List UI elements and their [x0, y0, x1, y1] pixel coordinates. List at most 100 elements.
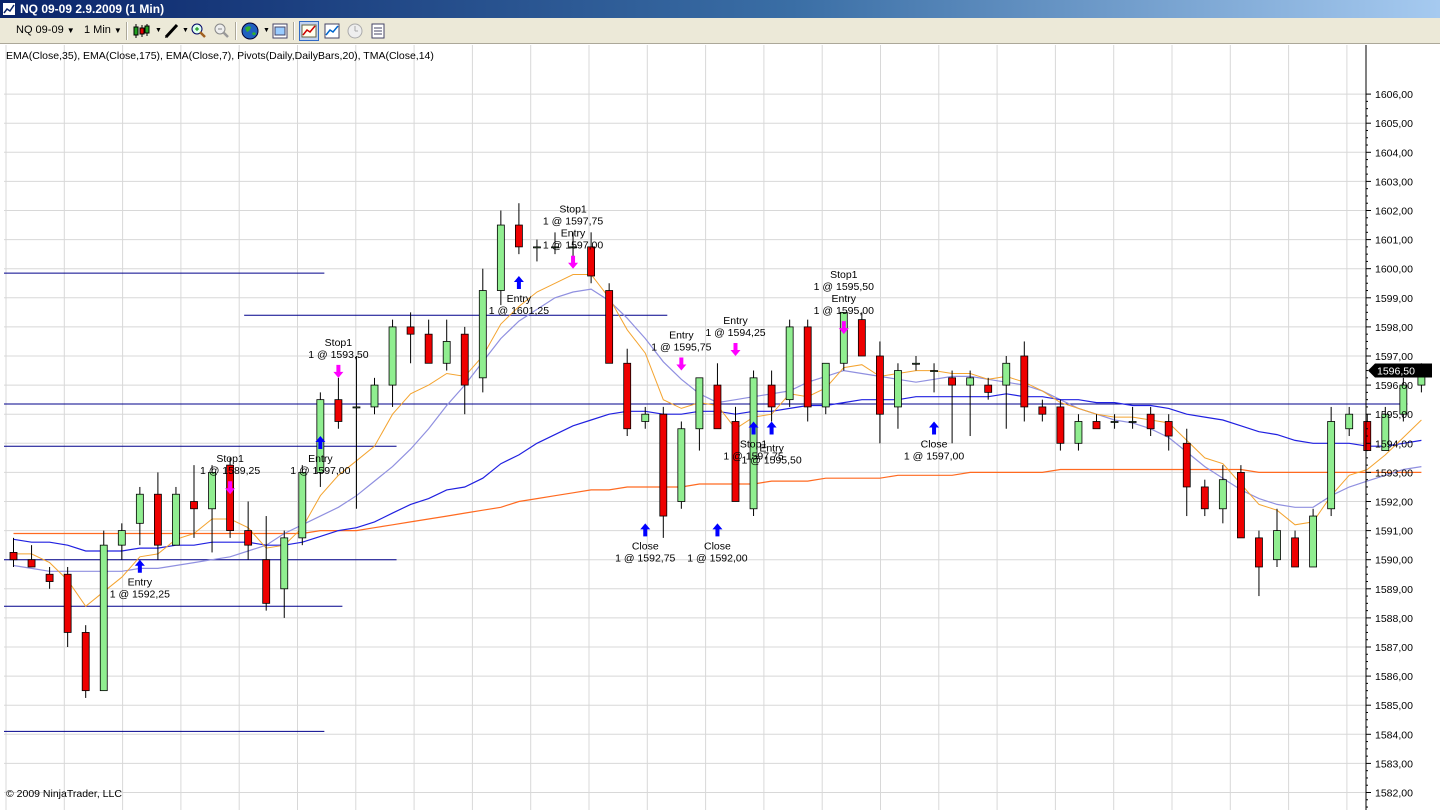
down-candle — [9, 552, 18, 561]
up-candle — [298, 471, 307, 539]
toolbar-separator — [235, 22, 237, 40]
up-candle — [388, 326, 397, 386]
trade-label: 1 @ 1592,00 — [687, 552, 747, 564]
tick-label: 1589,00 — [1375, 584, 1413, 596]
down-candle — [1056, 406, 1065, 444]
candlestick-icon[interactable] — [131, 21, 151, 41]
price-chart[interactable]: Entry1 @ 1592,25Stop11 @ 1589,25Entry1 @… — [0, 45, 1440, 810]
up-candle — [442, 341, 451, 364]
down-candle — [803, 326, 812, 408]
down-candle — [190, 501, 198, 510]
up-candle — [135, 493, 144, 524]
chart-toolbar: NQ 09-09 ▼ 1 Min ▼ ▼ ▼ ▼ — [0, 18, 1440, 44]
down-candle — [334, 399, 343, 422]
tick-label: 1597,00 — [1375, 351, 1413, 363]
long-arrow-icon — [712, 523, 723, 537]
indicators-icon[interactable] — [322, 21, 342, 41]
down-candle — [27, 559, 36, 568]
tick-label: 1600,00 — [1375, 264, 1413, 276]
chevron-down-icon[interactable]: ▼ — [263, 27, 270, 34]
tick-label: 1584,00 — [1375, 729, 1413, 741]
down-candle — [1237, 471, 1245, 539]
down-candle — [406, 326, 415, 335]
chart-app-icon — [2, 2, 16, 16]
up-candle — [1002, 362, 1011, 386]
trade-label: Close — [632, 540, 659, 552]
price-axis[interactable]: 1606,00 1605,00 1604,00 1603,00 1602,00 1601,… — [1365, 45, 1432, 810]
long-arrow-icon — [929, 421, 940, 435]
indicator-legend: EMA(Close,35), EMA(Close,175), EMA(Close… — [6, 50, 434, 62]
down-candle — [948, 377, 956, 386]
globe-icon[interactable] — [240, 21, 260, 41]
down-candle — [45, 573, 54, 582]
trade-label: Stop1 — [830, 269, 858, 281]
up-candle — [894, 370, 902, 408]
tick-label: 1599,00 — [1375, 293, 1413, 305]
up-candle — [1110, 421, 1119, 423]
instrument-label: NQ 09-09 — [16, 24, 64, 36]
tick-label: 1587,00 — [1375, 642, 1413, 654]
down-candle — [262, 559, 271, 604]
down-candle — [1255, 537, 1263, 568]
chevron-down-icon: ▼ — [66, 26, 75, 35]
zoom-in-icon[interactable] — [189, 21, 209, 41]
zoom-out-icon[interactable] — [212, 21, 232, 41]
tick-label: 1594,00 — [1375, 438, 1413, 450]
chevron-down-icon: ▼ — [113, 26, 122, 35]
tick-label: 1592,00 — [1375, 497, 1413, 509]
clock-icon[interactable] — [345, 21, 365, 41]
down-candle — [1092, 421, 1101, 430]
chevron-down-icon[interactable]: ▼ — [182, 27, 189, 34]
up-candle — [821, 362, 830, 408]
up-candle — [208, 471, 216, 510]
tick-label: 1588,00 — [1375, 613, 1413, 625]
tick-label: 1593,00 — [1375, 467, 1413, 479]
down-candle — [713, 384, 722, 430]
pencil-draw-icon[interactable] — [162, 21, 182, 41]
trade-label: 1 @ 1597,00 — [290, 465, 350, 477]
trade-label: Stop1 — [325, 337, 353, 349]
down-candle — [1291, 537, 1299, 568]
up-candle — [352, 406, 361, 409]
down-candle — [605, 290, 614, 364]
up-candle — [99, 544, 108, 692]
trade-label: Entry — [507, 293, 532, 305]
interval-label: 1 Min — [84, 24, 111, 36]
long-arrow-icon — [134, 559, 145, 573]
down-candle — [244, 530, 253, 546]
tick-label: 1585,00 — [1375, 700, 1413, 712]
up-candle — [641, 413, 650, 422]
down-candle — [460, 333, 469, 386]
tick-label: 1583,00 — [1375, 758, 1413, 770]
up-candle — [496, 224, 505, 291]
interval-selector[interactable]: 1 Min ▼ — [84, 21, 122, 40]
chevron-down-icon[interactable]: ▼ — [155, 27, 162, 34]
down-candle — [81, 632, 90, 692]
copyright-text: © 2009 NinjaTrader, LLC — [6, 788, 122, 800]
down-candle — [1164, 421, 1173, 437]
trade-label: 1 @ 1589,25 — [200, 465, 260, 477]
up-candle — [533, 246, 541, 249]
trade-label: Close — [921, 438, 948, 450]
trade-label: 1 @ 1595,50 — [741, 454, 801, 466]
trade-label: 1 @ 1597,00 — [904, 450, 964, 462]
tick-label: 1582,00 — [1375, 788, 1413, 800]
down-candle — [767, 384, 776, 408]
chart-grid — [4, 45, 1366, 810]
data-box-icon[interactable] — [368, 21, 388, 41]
down-candle — [1146, 413, 1155, 430]
up-candle — [966, 377, 975, 386]
tick-label: 1603,00 — [1375, 176, 1413, 188]
short-arrow-icon — [568, 255, 579, 269]
down-candle — [1020, 355, 1029, 408]
trade-label: 1 @ 1595,75 — [651, 342, 711, 354]
up-candle — [117, 530, 126, 546]
down-candle — [63, 573, 72, 633]
down-candle — [659, 413, 668, 517]
up-candle — [1345, 413, 1354, 430]
properties-icon[interactable] — [270, 21, 290, 41]
instrument-selector[interactable]: NQ 09-09 ▼ — [16, 21, 75, 40]
trade-label: 1 @ 1595,00 — [814, 305, 874, 317]
trade-label: Entry — [832, 293, 857, 305]
strategy-icon[interactable] — [299, 21, 319, 41]
